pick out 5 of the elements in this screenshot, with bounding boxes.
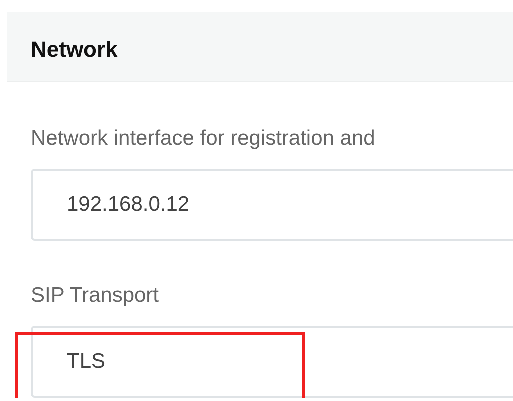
input-field[interactable]: TLS: [31, 326, 513, 398]
input-field[interactable]: 192.168.0.12: [31, 169, 513, 241]
field-label: SIP Transport: [31, 283, 160, 309]
section-title: Network: [31, 36, 118, 64]
field-label: Network interface for registration and: [31, 126, 376, 152]
